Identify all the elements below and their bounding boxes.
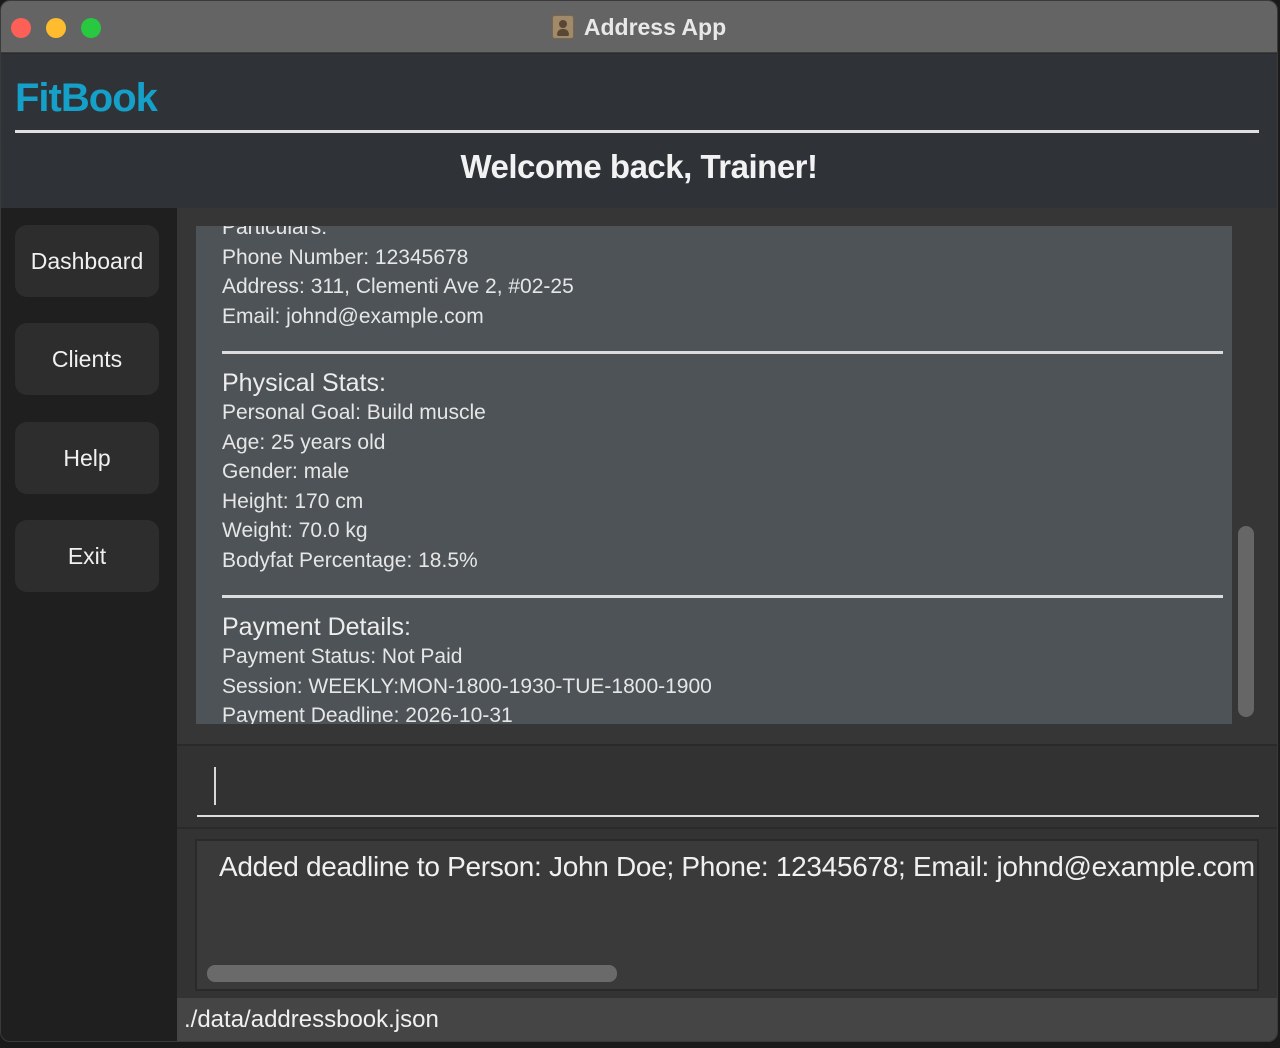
email: Email: johnd@example.com [222,304,484,328]
status-bar: ./data/addressbook.json [177,998,1277,1041]
payment-details-heading: Payment Details: [222,613,411,641]
command-box[interactable] [177,744,1277,827]
title-bar: Address App [1,1,1277,53]
physical-stats-heading: Physical Stats: [222,369,386,397]
session: Session: WEEKLY:MON-1800-1930-TUE-1800-1… [222,674,712,698]
result-message: Added deadline to Person: John Doe; Phon… [219,851,1255,882]
section-divider [222,351,1223,354]
height: Height: 170 cm [222,489,364,513]
bodyfat-percentage: Bodyfat Percentage: 18.5% [222,548,478,572]
header-divider [15,130,1259,133]
exit-button[interactable]: Exit [15,520,159,592]
phone-number: Phone Number: 12345678 [222,245,469,269]
horizontal-scrollbar[interactable] [207,965,617,982]
welcome-message: Welcome back, Trainer! [460,148,818,185]
dashboard-button[interactable]: Dashboard [15,225,159,297]
clients-button[interactable]: Clients [15,323,159,395]
payment-deadline: Payment Deadline: 2026-10-31 [222,704,513,724]
address: Address: 311, Clementi Ave 2, #02-25 [222,275,574,298]
command-input-underline [197,815,1259,817]
client-card[interactable]: Particulars: Phone Number: 12345678 Addr… [196,226,1232,724]
save-file-path: ./data/addressbook.json [184,1006,439,1033]
text-cursor [214,767,216,805]
address-book-icon [551,15,574,39]
payment-status: Payment Status: Not Paid [222,645,463,668]
weight: Weight: 70.0 kg [222,519,368,542]
vertical-scrollbar[interactable] [1238,526,1254,717]
personal-goal: Personal Goal: Build muscle [222,401,486,424]
help-button[interactable]: Help [15,422,159,494]
brand-logo-text: FitBook [15,76,158,120]
gender: Gender: male [222,460,350,483]
window-title-group: Address App [1,1,1277,53]
sidebar: Dashboard Clients Help Exit [1,208,177,1041]
result-display[interactable]: Added deadline to Person: John Doe; Phon… [195,839,1259,991]
age: Age: 25 years old [222,430,386,454]
result-display-panel: Added deadline to Person: John Doe; Phon… [177,827,1277,998]
particulars-heading: Particulars: [222,226,328,239]
section-divider [222,595,1223,598]
window-title: Address App [583,13,727,40]
client-list-panel[interactable]: Particulars: Phone Number: 12345678 Addr… [177,208,1277,744]
client-details: Particulars: Phone Number: 12345678 Addr… [222,226,1223,724]
app-window: Address App FitBook Welcome back, Traine… [0,0,1278,1042]
app-header: FitBook Welcome back, Trainer! [1,54,1277,208]
